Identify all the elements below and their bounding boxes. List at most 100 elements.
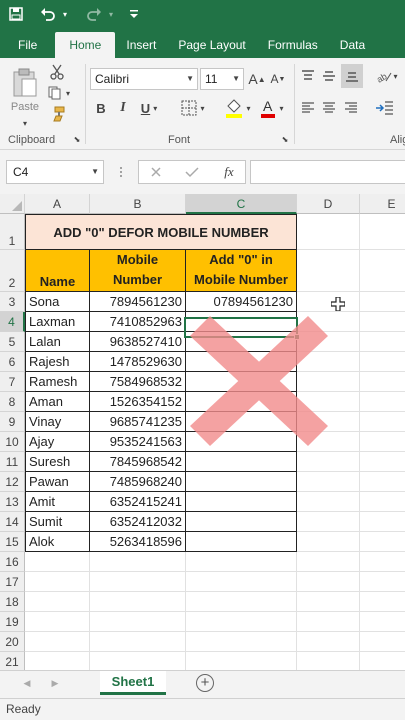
cancel-icon[interactable] [147,163,165,181]
empty-cell[interactable] [360,332,405,352]
result-cell[interactable] [186,532,297,552]
empty-cell[interactable] [360,214,405,250]
formula-bar-grip-icon[interactable] [116,162,126,182]
mobile-cell[interactable]: 7584968532 [90,372,186,392]
tab-insert[interactable]: Insert [115,32,167,58]
empty-cell[interactable] [297,592,360,612]
sheet-tab-sheet1[interactable]: Sheet1 [100,671,166,695]
row-header-19[interactable]: 19 [0,612,25,632]
bottom-align-icon[interactable] [341,64,363,88]
tab-formulas[interactable]: Formulas [257,32,329,58]
row-header-17[interactable]: 17 [0,572,25,592]
clipboard-launcher-icon[interactable]: ⬊ [72,134,82,144]
name-cell[interactable]: Amit [25,492,90,512]
mobile-cell[interactable]: 9535241563 [90,432,186,452]
empty-cell[interactable] [297,352,360,372]
row-header-18[interactable]: 18 [0,592,25,612]
empty-cell[interactable] [25,632,90,652]
empty-cell[interactable] [297,214,360,250]
paste-dropdown[interactable]: ▾ [18,118,32,128]
empty-cell[interactable] [297,250,360,292]
fill-color-icon[interactable]: ▾ [222,96,254,120]
name-cell[interactable]: Pawan [25,472,90,492]
column-header-a[interactable]: A [25,194,90,214]
empty-cell[interactable] [297,412,360,432]
name-cell[interactable]: Ajay [25,432,90,452]
name-cell[interactable]: Rajesh [25,352,90,372]
header-name-cell[interactable]: Name [25,250,90,292]
empty-cell[interactable] [186,612,297,632]
result-cell[interactable] [186,512,297,532]
result-cell[interactable] [186,452,297,472]
italic-button[interactable]: I [114,98,132,118]
result-cell[interactable] [186,412,297,432]
column-header-b[interactable]: B [90,194,186,214]
mobile-cell[interactable]: 7410852963 [90,312,186,332]
format-painter-icon[interactable] [46,104,68,124]
mobile-cell[interactable]: 7894561230 [90,292,186,312]
empty-cell[interactable] [90,552,186,572]
align-right-icon[interactable] [342,98,360,118]
result-cell[interactable] [186,492,297,512]
header-add-zero-cell[interactable]: Add "0" in Mobile Number [186,250,297,292]
underline-button[interactable]: U ▾ [136,98,162,118]
tab-home[interactable]: Home [55,32,116,58]
mobile-cell[interactable]: 7485968240 [90,472,186,492]
empty-cell[interactable] [360,592,405,612]
empty-cell[interactable] [297,492,360,512]
empty-cell[interactable] [186,592,297,612]
middle-align-icon[interactable] [320,66,338,86]
empty-cell[interactable] [186,572,297,592]
header-mobile-cell[interactable]: Mobile Number [90,250,186,292]
empty-cell[interactable] [360,292,405,312]
increase-font-size-icon[interactable]: A ▲ [247,68,267,90]
result-cell[interactable] [186,432,297,452]
empty-cell[interactable] [25,592,90,612]
empty-cell[interactable] [297,392,360,412]
empty-cell[interactable] [90,592,186,612]
font-launcher-icon[interactable]: ⬊ [280,134,290,144]
empty-cell[interactable] [186,652,297,670]
result-cell[interactable] [186,472,297,492]
empty-cell[interactable] [297,632,360,652]
name-cell[interactable]: Vinay [25,412,90,432]
borders-icon[interactable]: ▾ [177,98,209,118]
empty-cell[interactable] [360,312,405,332]
tab-file[interactable]: File [0,32,55,58]
top-align-icon[interactable] [299,66,317,86]
empty-cell[interactable] [297,472,360,492]
row-header-4[interactable]: 4 [0,312,25,332]
empty-cell[interactable] [297,532,360,552]
empty-cell[interactable] [360,392,405,412]
row-header-11[interactable]: 11 [0,452,25,472]
name-cell[interactable]: Laxman [25,312,90,332]
empty-cell[interactable] [360,412,405,432]
row-header-15[interactable]: 15 [0,532,25,552]
row-header-12[interactable]: 12 [0,472,25,492]
add-sheet-icon[interactable]: + [196,674,214,692]
row-header-8[interactable]: 8 [0,392,25,412]
empty-cell[interactable] [90,612,186,632]
font-color-icon[interactable]: A ▾ [256,96,288,120]
title-cell[interactable]: ADD "0" DEFOR MOBILE NUMBER [25,214,297,250]
empty-cell[interactable] [186,632,297,652]
empty-cell[interactable] [25,612,90,632]
result-cell[interactable] [186,352,297,372]
font-size-select[interactable]: 11 ▼ [200,68,244,90]
name-cell[interactable]: Suresh [25,452,90,472]
row-header-7[interactable]: 7 [0,372,25,392]
empty-cell[interactable] [297,652,360,670]
empty-cell[interactable] [360,452,405,472]
mobile-cell[interactable]: 1526354152 [90,392,186,412]
empty-cell[interactable] [297,312,360,332]
empty-cell[interactable] [25,572,90,592]
row-header-20[interactable]: 20 [0,632,25,652]
empty-cell[interactable] [360,472,405,492]
mobile-cell[interactable]: 5263418596 [90,532,186,552]
customize-toolbar-icon[interactable] [122,2,146,26]
fill-handle[interactable] [294,334,300,340]
column-header-e[interactable]: E [360,194,405,214]
empty-cell[interactable] [360,372,405,392]
worksheet-grid[interactable]: A B C D E ADD "0" DEFOR MOBILE NUMBER Na… [0,194,405,670]
empty-cell[interactable] [25,552,90,572]
